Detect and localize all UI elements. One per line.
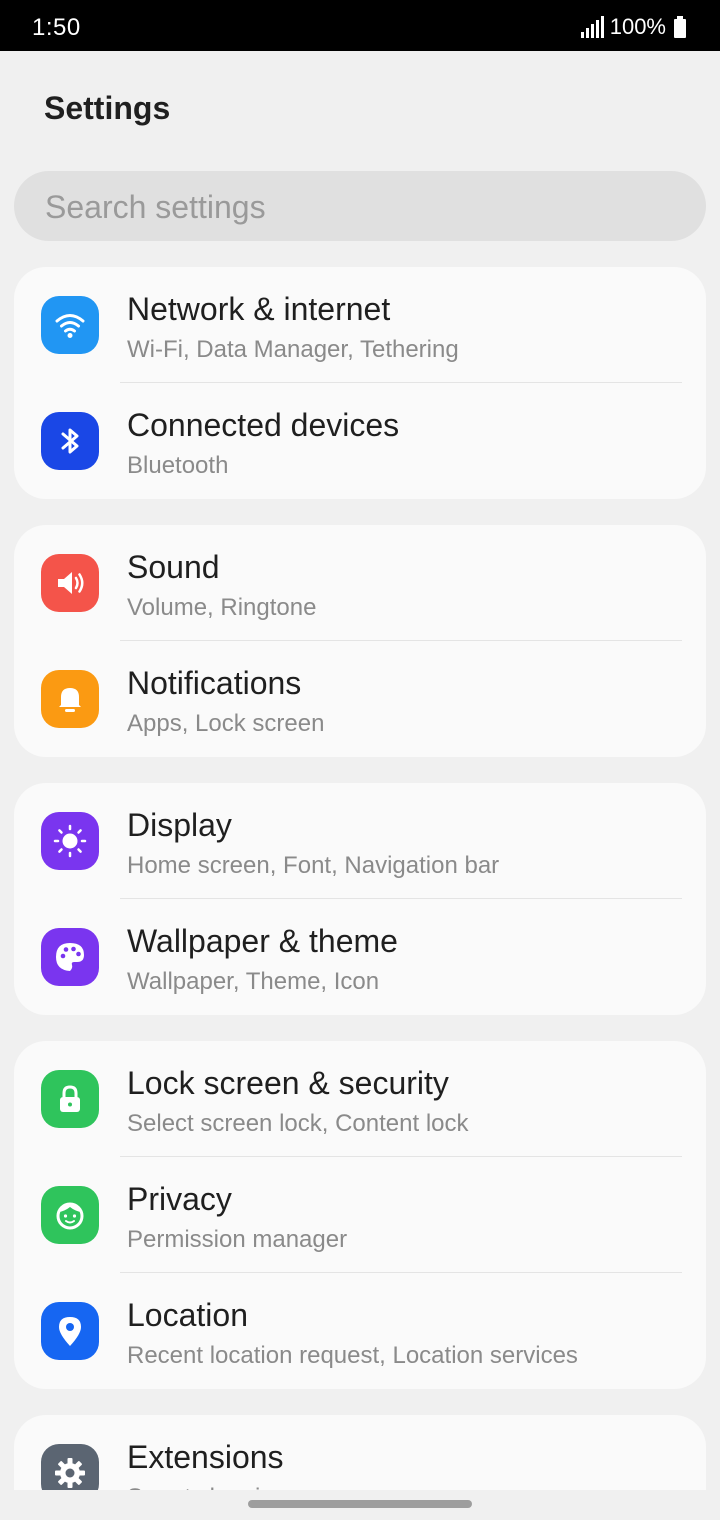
item-subtitle: Wallpaper, Theme, Icon [127,968,380,995]
wifi-icon [41,296,99,354]
page-title: Settings [44,90,171,126]
item-subtitle: Recent location request, Location servic… [127,1342,578,1369]
settings-item-display[interactable]: Display Home screen, Font, Navigation ba… [14,783,706,899]
item-subtitle: Wi-Fi, Data Manager, Tethering [127,336,459,363]
settings-card-display: Display Home screen, Font, Navigation ba… [14,783,706,1015]
settings-item-lock-screen[interactable]: Lock screen & security Select screen loc… [14,1041,706,1157]
item-title: Sound [127,549,220,585]
item-subtitle: Home screen, Font, Navigation bar [127,852,500,879]
item-title: Network & internet [127,291,391,327]
signal-icon [579,16,604,38]
settings-item-location[interactable]: Location Recent location request, Locati… [14,1273,706,1389]
settings-card-security: Lock screen & security Select screen loc… [14,1041,706,1389]
settings-item-privacy[interactable]: Privacy Permission manager [14,1157,706,1273]
bluetooth-icon [41,412,99,470]
settings-item-sound[interactable]: Sound Volume, Ringtone [14,525,706,641]
lock-icon [41,1070,99,1128]
settings-card-connectivity: Network & internet Wi-Fi, Data Manager, … [14,267,706,499]
status-bar: 1:50 100% [0,0,720,51]
item-subtitle: Apps, Lock screen [127,710,325,737]
settings-item-connected-devices[interactable]: Connected devices Bluetooth [14,383,706,499]
battery-icon [674,16,686,38]
location-pin-icon [41,1302,99,1360]
settings-item-network[interactable]: Network & internet Wi-Fi, Data Manager, … [14,267,706,383]
sun-icon [41,812,99,870]
item-title: Lock screen & security [127,1065,449,1101]
item-title: Display [127,807,232,843]
search-input[interactable]: Search settings [14,171,706,241]
item-title: Location [127,1297,248,1333]
settings-card-sound: Sound Volume, Ringtone Notifications App… [14,525,706,757]
item-subtitle: Volume, Ringtone [127,594,317,621]
item-title: Connected devices [127,407,400,443]
search-placeholder: Search settings [45,189,266,225]
palette-icon [41,928,99,986]
speaker-icon [41,554,99,612]
settings-item-wallpaper[interactable]: Wallpaper & theme Wallpaper, Theme, Icon [14,899,706,1015]
settings-screen: 1:50 100% Settings Search settings Netwo… [0,0,720,1520]
settings-item-notifications[interactable]: Notifications Apps, Lock screen [14,641,706,757]
item-title: Privacy [127,1181,232,1217]
item-subtitle: Permission manager [127,1226,348,1253]
item-subtitle: Bluetooth [127,452,229,479]
face-icon [41,1186,99,1244]
item-title: Extensions [127,1439,284,1475]
bell-icon [41,670,99,728]
status-time: 1:50 [32,14,81,41]
item-subtitle: Select screen lock, Content lock [127,1110,469,1137]
battery-percent: 100% [609,14,666,39]
gesture-handle[interactable] [248,1500,472,1508]
status-indicators: 100% [579,14,686,40]
item-title: Notifications [127,665,302,701]
item-title: Wallpaper & theme [127,923,398,959]
